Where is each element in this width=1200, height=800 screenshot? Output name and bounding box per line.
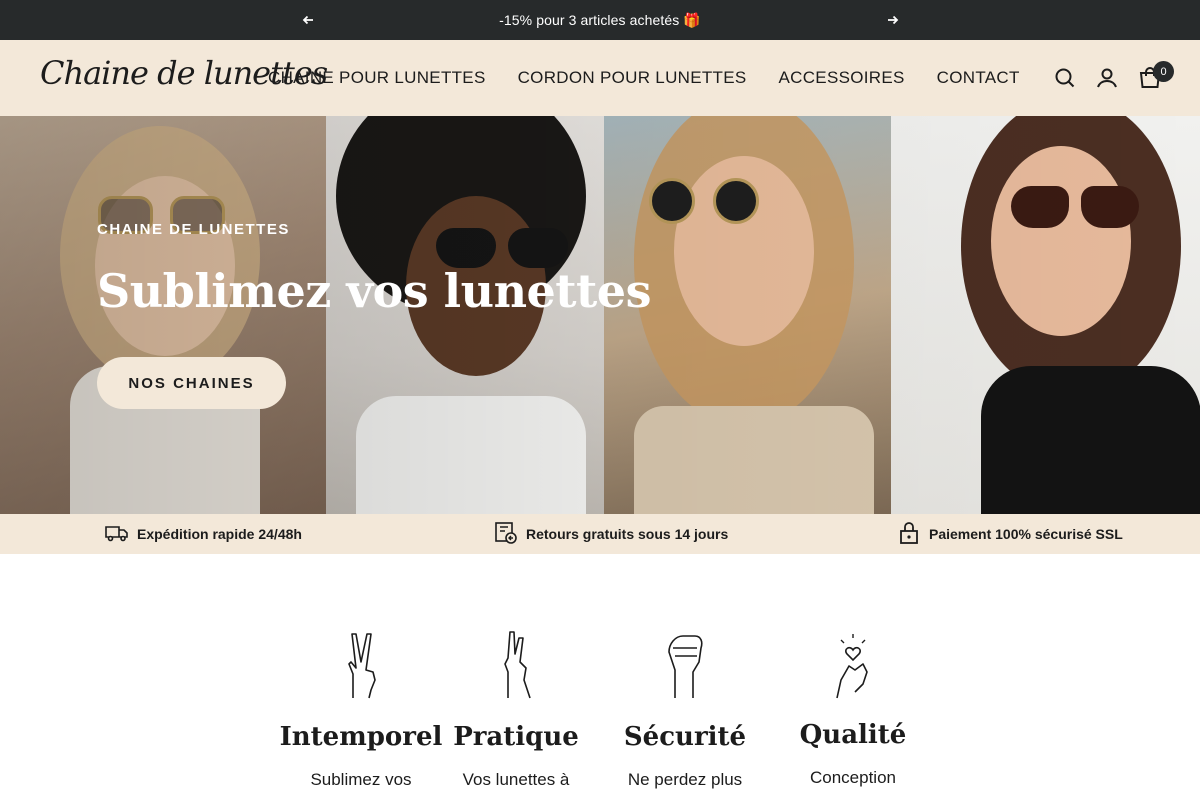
feature-text: Sublimez vos	[310, 770, 412, 789]
hero-eyebrow: CHAINE DE LUNETTES	[97, 221, 290, 238]
feature-securite: Sécurité Ne perdez plus	[600, 630, 770, 790]
site-header: Chaine de lunettes CHAINE POUR LUNETTES …	[0, 40, 1200, 116]
trust-item-shipping: Expédition rapide 24/48h	[105, 514, 302, 554]
truck-icon	[105, 521, 129, 548]
feature-title: Sécurité	[623, 722, 747, 752]
search-icon[interactable]	[1053, 66, 1077, 90]
feature-title: Pratique	[453, 722, 579, 752]
feature-pratique: Pratique Vos lunettes à	[431, 630, 601, 790]
feature-title: Qualité	[799, 720, 907, 750]
fist-icon	[655, 630, 715, 700]
feature-text: Vos lunettes à	[462, 770, 570, 789]
feature-title: Intemporel	[279, 722, 443, 752]
peace-hand-icon	[331, 630, 391, 700]
trust-label-payment: Paiement 100% sécurisé SSL	[929, 526, 1123, 542]
feature-text: Conception	[809, 768, 896, 787]
nav-item-contact[interactable]: CONTACT	[937, 68, 1020, 88]
announcement-bar: -15% pour 3 articles achetés 🎁	[0, 0, 1200, 40]
shop-chains-button[interactable]: NOS CHAINES	[97, 357, 286, 409]
nav-item-accessoires[interactable]: ACCESSOIRES	[779, 68, 905, 88]
finger-heart-icon	[823, 630, 883, 700]
hero-title: Sublimez vos lunettes	[97, 264, 651, 318]
arrow-left-icon[interactable]	[299, 11, 317, 29]
announcement-message: -15% pour 3 articles achetés 🎁	[499, 11, 701, 28]
hero-banner: CHAINE DE LUNETTES Sublimez vos lunettes…	[0, 116, 1200, 514]
trust-label-returns: Retours gratuits sous 14 jours	[526, 526, 729, 542]
trust-label-shipping: Expédition rapide 24/48h	[137, 526, 302, 542]
cart-count-badge: 0	[1153, 61, 1174, 82]
feature-text: Ne perdez plus	[627, 770, 743, 789]
arrow-right-icon[interactable]	[884, 11, 902, 29]
nav-item-cordon[interactable]: CORDON POUR LUNETTES	[518, 68, 747, 88]
main-nav: CHAINE POUR LUNETTES CORDON POUR LUNETTE…	[268, 40, 1020, 116]
trust-bar: Expédition rapide 24/48h Retours gratuit…	[0, 514, 1200, 554]
crossed-fingers-icon	[486, 630, 546, 700]
nav-item-chaine[interactable]: CHAINE POUR LUNETTES	[268, 68, 486, 88]
trust-item-returns: Retours gratuits sous 14 jours	[494, 514, 728, 554]
feature-intemporel: Intemporel Sublimez vos	[276, 630, 446, 790]
return-icon	[494, 521, 518, 548]
account-icon[interactable]	[1095, 66, 1119, 90]
lock-icon	[897, 521, 921, 548]
feature-qualite: Qualité Conception	[768, 630, 938, 788]
trust-item-payment: Paiement 100% sécurisé SSL	[897, 514, 1123, 554]
